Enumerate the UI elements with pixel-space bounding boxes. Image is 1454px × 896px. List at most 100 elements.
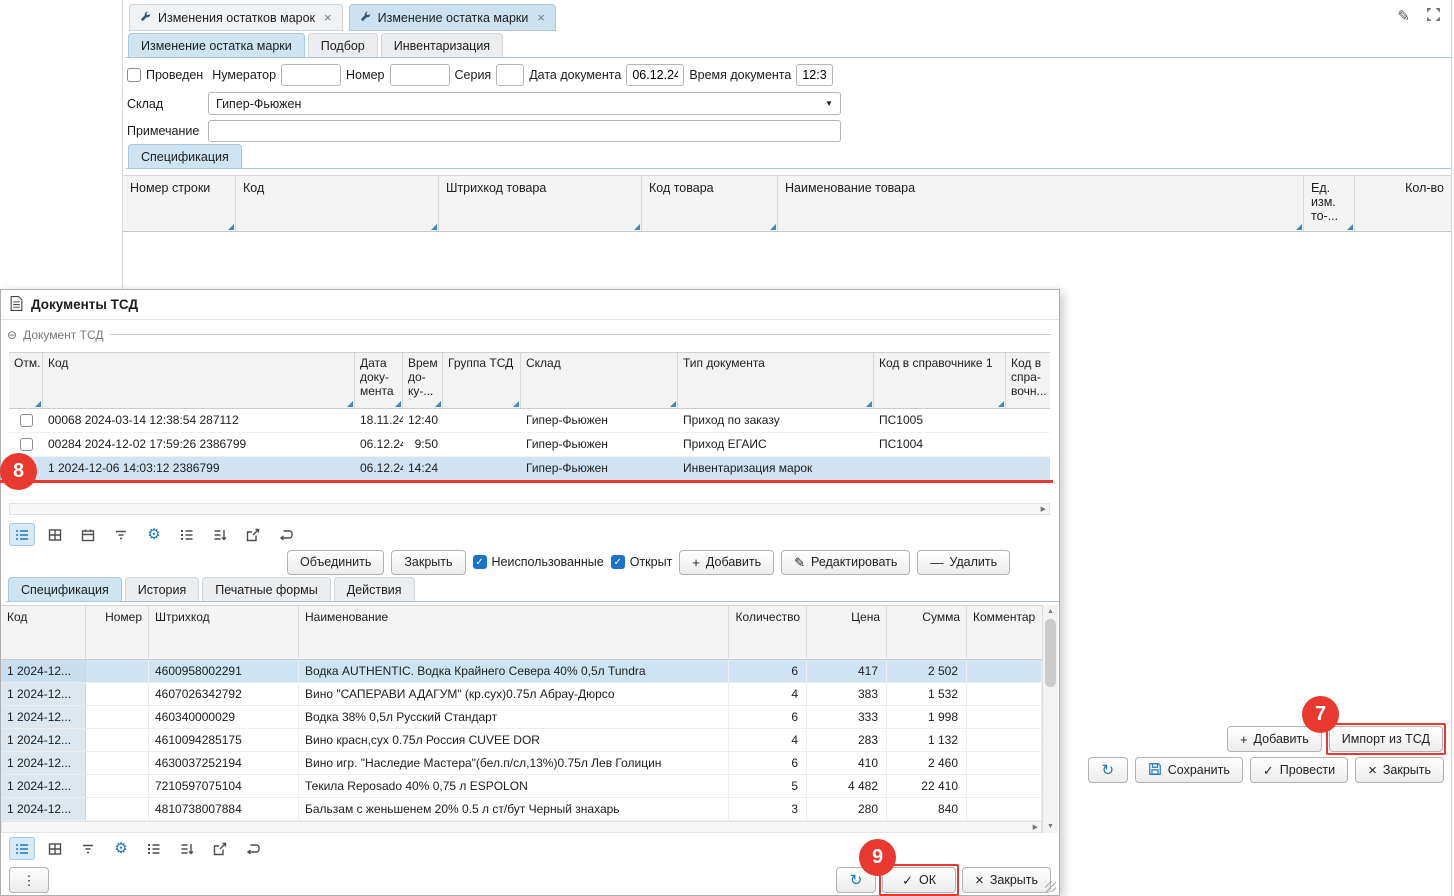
horizontal-scrollbar[interactable]: ▶ [1, 821, 1042, 833]
horizontal-scrollbar[interactable]: ▶ [9, 503, 1050, 515]
tab-podbor[interactable]: Подбор [308, 33, 378, 57]
table-row[interactable]: 00284 2024-12-02 17:59:26 2386799 06.12.… [9, 433, 1050, 457]
gear-icon[interactable]: ⚙ [141, 523, 167, 546]
table-row-selected[interactable]: 1 2024-12-06 14:03:12 2386799 06.12.24 1… [9, 457, 1050, 481]
tab-history[interactable]: История [125, 577, 199, 601]
scrollbar-thumb[interactable] [1045, 619, 1056, 687]
gear-icon[interactable]: ⚙ [108, 837, 134, 860]
tab-specification[interactable]: Спецификация [128, 144, 242, 168]
scroll-right-icon[interactable]: ▶ [1033, 824, 1038, 831]
posted-checkbox[interactable] [127, 68, 141, 82]
column-header-ref1[interactable]: Код в справочнике 1 [874, 353, 1006, 408]
column-header-date[interactable]: Дата доку-мента [355, 353, 403, 408]
row-checkbox[interactable] [20, 438, 33, 451]
external-link-icon[interactable] [240, 523, 266, 546]
column-header-code[interactable]: Код [1, 606, 86, 659]
column-header-mark[interactable]: Отм. [9, 353, 43, 408]
tab-specification[interactable]: Спецификация [8, 577, 122, 601]
column-header-unit[interactable]: Ед. изм. то-... [1304, 176, 1355, 231]
window-tab-mark-change[interactable]: Изменение остатка марки × [349, 4, 556, 31]
import-from-tsd-button[interactable]: Импорт из ТСД [1329, 726, 1443, 752]
sort-list-icon[interactable] [207, 523, 233, 546]
number-input[interactable] [390, 64, 450, 86]
column-header-item-code[interactable]: Код товара [642, 176, 778, 231]
scroll-down-icon[interactable]: ▼ [1047, 823, 1054, 830]
table-row[interactable]: 1 2024-12... 4610094285175 Вино красн,су… [1, 729, 1042, 752]
close-dialog-button[interactable]: × Закрыть [962, 867, 1051, 893]
filter-icon[interactable] [75, 837, 101, 860]
filter-icon[interactable] [108, 523, 134, 546]
table-row[interactable]: 1 2024-12... 4810738007884 Бальзам с жен… [1, 798, 1042, 821]
collapse-icon[interactable]: ⊖ [7, 328, 17, 342]
column-header-number[interactable]: Номер [86, 606, 149, 659]
table-row[interactable]: 1 2024-12... 7210597075104 Текила Reposa… [1, 775, 1042, 798]
column-header-comment[interactable]: Комментар [967, 606, 1042, 659]
table-row[interactable]: 00068 2024-03-14 12:38:54 287112 18.11.2… [9, 409, 1050, 433]
add-row-button[interactable]: + Добавить [1227, 726, 1322, 752]
fullscreen-icon[interactable] [1426, 7, 1441, 25]
tab-mark-change[interactable]: Изменение остатка марки [128, 33, 305, 57]
column-header-barcode[interactable]: Штрихкод [149, 606, 299, 659]
table-row-selected[interactable]: 1 2024-12... 4600958002291 Водка AUTHENT… [1, 660, 1042, 683]
table-row[interactable]: 1 2024-12... 460340000029 Водка 38% 0,5л… [1, 706, 1042, 729]
column-header-time[interactable]: Врем до-ку-... [403, 353, 443, 408]
unused-checkbox[interactable]: ✓ [473, 555, 487, 569]
column-header-line-number[interactable]: Номер строки [123, 176, 236, 231]
tab-print-forms[interactable]: Печатные формы [202, 577, 331, 601]
tab-close-icon[interactable]: × [324, 10, 332, 25]
window-tab-mark-changes-list[interactable]: Изменения остатков марок × [129, 4, 343, 31]
series-input[interactable] [496, 64, 524, 86]
edit-pencil-icon[interactable]: ✎ [1397, 7, 1410, 25]
column-header-item-name[interactable]: Наименование товара [778, 176, 1304, 231]
tab-inventory[interactable]: Инвентаризация [381, 33, 503, 57]
table-row[interactable]: 1 2024-12... 4630037252194 Вино игр. "На… [1, 752, 1042, 775]
numbered-list-icon[interactable] [141, 837, 167, 860]
column-header-name[interactable]: Наименование [299, 606, 729, 659]
column-header-warehouse[interactable]: Склад [521, 353, 678, 408]
tab-actions[interactable]: Действия [334, 577, 415, 601]
column-header-doc-type[interactable]: Тип документа [678, 353, 874, 408]
calendar-icon[interactable] [75, 523, 101, 546]
edit-document-button[interactable]: ✎ Редактировать [781, 550, 910, 575]
column-header-sum[interactable]: Сумма [887, 606, 967, 659]
open-checkbox[interactable]: ✓ [611, 555, 625, 569]
column-header-price[interactable]: Цена [807, 606, 887, 659]
resize-grip[interactable] [1045, 881, 1056, 892]
column-header-qty[interactable]: Кол-во [1355, 176, 1451, 231]
numbered-list-icon[interactable] [174, 523, 200, 546]
row-checkbox[interactable] [20, 414, 33, 427]
add-document-button[interactable]: + Добавить [679, 550, 774, 575]
column-header-code[interactable]: Код [43, 353, 355, 408]
list-view-icon[interactable] [9, 837, 35, 860]
note-input[interactable] [208, 120, 841, 142]
doc-date-input[interactable] [626, 64, 684, 86]
open-filter[interactable]: ✓ Открыт [611, 555, 673, 569]
external-link-icon[interactable] [207, 837, 233, 860]
post-button[interactable]: ✓ Провести [1250, 757, 1348, 783]
ok-button[interactable]: ✓ ОК [882, 867, 956, 893]
column-header-code[interactable]: Код [236, 176, 439, 231]
grid-view-icon[interactable] [42, 523, 68, 546]
tab-close-icon[interactable]: × [537, 10, 545, 25]
more-actions-button[interactable]: ⋮ [9, 867, 49, 893]
scroll-up-icon[interactable]: ▲ [1047, 608, 1054, 615]
doc-time-input[interactable] [796, 64, 833, 86]
vertical-scrollbar[interactable]: ▲ ▼ [1042, 605, 1058, 833]
table-row[interactable]: 1 2024-12... 4607026342792 Вино "САПЕРАВ… [1, 683, 1042, 706]
close-button[interactable]: × Закрыть [1355, 757, 1444, 783]
repeat-icon[interactable] [273, 523, 299, 546]
column-header-ref2[interactable]: Код в спра-вочн... [1006, 353, 1050, 408]
column-header-tsd-group[interactable]: Группа ТСД [443, 353, 521, 408]
sort-list-icon[interactable] [174, 837, 200, 860]
delete-document-button[interactable]: — Удалить [917, 550, 1010, 575]
list-view-icon[interactable] [9, 523, 35, 546]
repeat-icon[interactable] [240, 837, 266, 860]
unused-filter[interactable]: ✓ Неиспользованные [473, 555, 604, 569]
warehouse-select[interactable]: Гипер-Фьюжен ▼ [208, 92, 841, 115]
scroll-right-icon[interactable]: ▶ [1041, 506, 1046, 513]
merge-button[interactable]: Объединить [287, 550, 384, 575]
close-documents-button[interactable]: Закрыть [391, 550, 465, 575]
numerator-input[interactable] [281, 64, 341, 86]
save-button[interactable]: Сохранить [1135, 757, 1243, 783]
column-header-quantity[interactable]: Количество [729, 606, 807, 659]
